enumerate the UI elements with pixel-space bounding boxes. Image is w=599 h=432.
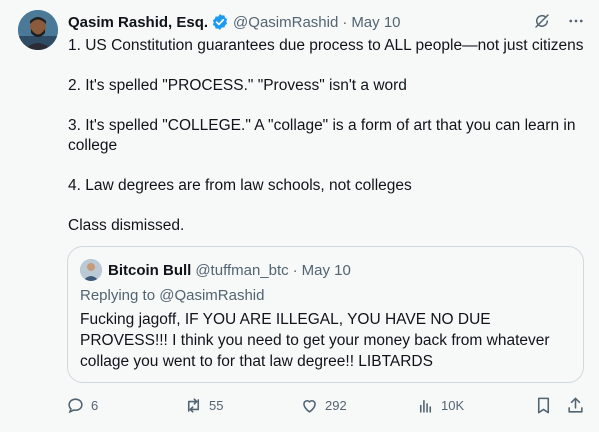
author-handle[interactable]: @QasimRashid [233,14,338,31]
reply-icon [66,396,85,415]
like-button[interactable]: 292 [300,396,347,415]
tweet-text: 1. US Constitution guarantees due proces… [68,36,588,256]
views-button[interactable]: 10K [416,396,464,415]
action-bar: 6 55 292 10K [0,394,599,418]
quoted-separator: · [292,261,298,279]
bookmark-button[interactable] [534,396,553,415]
quoted-author-name[interactable]: Bitcoin Bull [108,262,191,279]
tweet-paragraph-1: 1. US Constitution guarantees due proces… [68,37,584,54]
author-avatar[interactable] [18,10,58,50]
replying-to: Replying to @QasimRashid [80,287,265,304]
verified-badge-icon[interactable] [211,13,229,31]
tweet-paragraph-2: 2. It's spelled "PROCESS." "Provess" isn… [68,77,407,94]
tweet-paragraph-4: 4. Law degrees are from law schools, not… [68,177,412,194]
views-count: 10K [441,398,465,413]
quoted-date[interactable]: May 10 [302,262,351,279]
reply-count: 6 [91,398,99,413]
tweet: Qasim Rashid, Esq. @QasimRashid · May 10… [0,0,599,432]
tweet-paragraph-5: Class dismissed. [68,217,185,234]
share-icon [566,396,585,415]
quoted-tweet[interactable]: Bitcoin Bull @tuffman_btc · May 10 Reply… [67,246,584,383]
author-name[interactable]: Qasim Rashid, Esq. [68,14,208,31]
more-icon[interactable] [567,12,585,35]
heart-icon [300,396,319,415]
quoted-header: Bitcoin Bull @tuffman_btc · May 10 [80,259,351,281]
tweet-header: Qasim Rashid, Esq. @QasimRashid · May 10 [68,11,401,33]
repost-count: 55 [209,398,224,413]
quoted-avatar[interactable] [80,259,102,281]
bookmark-icon [534,396,553,415]
quoted-text: Fucking jagoff, IF YOU ARE ILLEGAL, YOU … [80,311,550,370]
views-chart-icon [416,396,435,415]
repost-icon [184,396,203,415]
share-button[interactable] [566,396,585,415]
repost-button[interactable]: 55 [184,396,223,415]
tweet-date[interactable]: May 10 [351,14,400,31]
quoted-author-handle[interactable]: @tuffman_btc [195,262,288,279]
reply-button[interactable]: 6 [66,396,98,415]
grok-icon[interactable] [533,12,551,35]
like-count: 292 [325,398,347,413]
top-icons [533,12,585,35]
tweet-paragraph-3: 3. It's spelled "COLLEGE." A "collage" i… [68,117,576,154]
header-separator: · [342,13,348,31]
